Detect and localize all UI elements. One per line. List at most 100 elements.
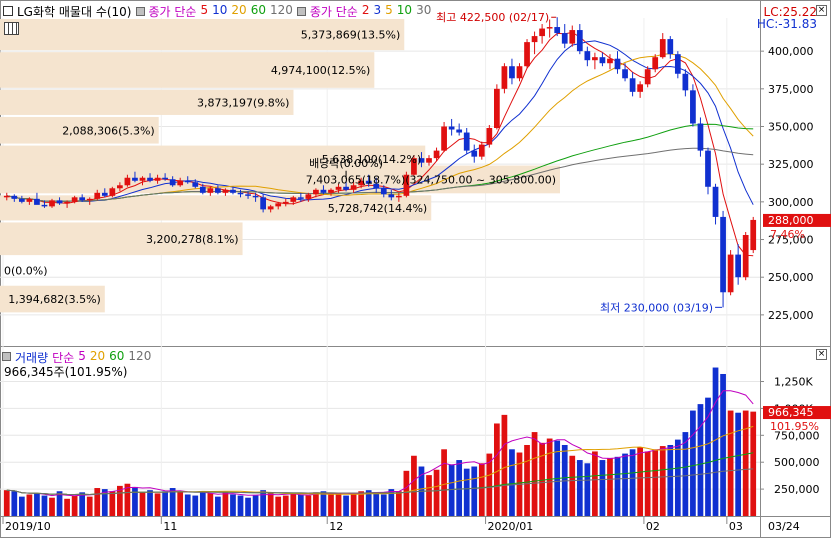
price-tick-label: 375,000 bbox=[768, 83, 814, 96]
ma2-marker-icon bbox=[296, 6, 306, 16]
volume-bar bbox=[328, 494, 334, 516]
volume-bar bbox=[162, 491, 168, 516]
volume-profile-label: 5,373,869(13.5%) bbox=[301, 29, 401, 42]
candle-body bbox=[478, 144, 485, 157]
candle-body bbox=[456, 129, 463, 133]
candle-body bbox=[79, 197, 86, 201]
volume-bar bbox=[275, 496, 282, 516]
candle-body bbox=[433, 150, 440, 159]
volume-bar bbox=[712, 367, 719, 516]
candle-body bbox=[471, 150, 478, 157]
volume-bar bbox=[297, 494, 304, 516]
ma-period-5[interactable]: 5 bbox=[200, 3, 208, 20]
price-tick-label: 250,000 bbox=[768, 271, 814, 284]
date-tick-label: 03 bbox=[729, 520, 743, 533]
volume-bar bbox=[426, 475, 432, 516]
candle-body bbox=[132, 177, 138, 181]
candle-body bbox=[245, 194, 251, 196]
volume-bar bbox=[305, 495, 312, 516]
candle-body bbox=[34, 198, 40, 205]
volume-bar bbox=[622, 453, 628, 516]
candle-body bbox=[275, 203, 282, 207]
price-tick-label: 300,000 bbox=[768, 196, 814, 209]
candle-body bbox=[184, 180, 191, 183]
price-tick-label: 325,000 bbox=[768, 158, 814, 171]
candle-body bbox=[162, 177, 168, 180]
candle-body bbox=[177, 180, 184, 186]
ma2-period-10[interactable]: 10 bbox=[397, 3, 412, 20]
volume-bar bbox=[614, 456, 621, 516]
candle-body bbox=[305, 194, 312, 199]
candle-body bbox=[637, 84, 643, 92]
volume-tick-label: 1,250K bbox=[774, 376, 813, 389]
candle-body bbox=[71, 197, 78, 202]
candle-body bbox=[546, 27, 553, 29]
ma-period-60[interactable]: 60 bbox=[251, 3, 266, 20]
ma2-legend[interactable]: 종가 단순 2 3 5 10 30 bbox=[310, 3, 431, 20]
candle-body bbox=[109, 188, 116, 196]
volume-bar bbox=[267, 493, 274, 516]
ma-legend[interactable]: 종가 단순 5 10 20 60 120 bbox=[149, 3, 293, 20]
price-tick-label: 400,000 bbox=[768, 45, 814, 58]
candle-body bbox=[599, 57, 606, 64]
candle-body bbox=[124, 177, 131, 186]
ma-label: 종가 단순 bbox=[148, 4, 197, 19]
volume-bar bbox=[682, 432, 689, 516]
candle-body bbox=[207, 188, 214, 193]
volume-bar bbox=[154, 493, 161, 516]
date-tick-label-last: 03/24 bbox=[768, 520, 800, 533]
chart-title[interactable]: LG화학 매물대 수(10) bbox=[17, 3, 132, 20]
volume-bar bbox=[569, 455, 576, 516]
candle-body bbox=[343, 186, 349, 190]
candle-body bbox=[380, 188, 387, 195]
ma-period-10[interactable]: 10 bbox=[212, 3, 227, 20]
candle-body bbox=[41, 204, 48, 207]
date-tick-label: 2019/10 bbox=[5, 520, 51, 533]
volume-bar bbox=[79, 492, 86, 516]
close-icon[interactable]: × bbox=[816, 5, 827, 16]
volume-bar bbox=[441, 449, 447, 516]
volume-bar bbox=[478, 463, 485, 516]
ma-period-20[interactable]: 20 bbox=[231, 3, 246, 20]
chart-header: LG화학 매물대 수(10) 종가 단순 5 10 20 60 120 종가 단순 2 3 5 1… bbox=[0, 3, 431, 19]
candle-body bbox=[282, 201, 289, 204]
date-tick-label: 02 bbox=[646, 520, 660, 533]
volume-bar bbox=[690, 410, 696, 516]
volume-bar bbox=[494, 423, 500, 516]
candle-body bbox=[313, 189, 319, 195]
candle-body bbox=[494, 88, 500, 129]
legend-marker-icon bbox=[3, 6, 13, 16]
candle-body bbox=[3, 195, 10, 198]
volume-bar bbox=[184, 494, 191, 516]
volume-bar bbox=[139, 492, 146, 516]
stock-chart: 400,000 375,000 350,000 325,000 300,000 275,0… bbox=[0, 0, 831, 538]
ma2-period-5[interactable]: 5 bbox=[385, 3, 393, 20]
ma2-label: 종가 단순 bbox=[309, 4, 358, 19]
volume-ma-period-120[interactable]: 120 bbox=[128, 349, 151, 366]
candle-body bbox=[516, 66, 523, 79]
current-volume-label: 966,345 bbox=[768, 406, 814, 419]
candle-body bbox=[539, 28, 545, 37]
candle-body bbox=[426, 158, 432, 163]
candle-body bbox=[750, 219, 757, 251]
candle-body bbox=[335, 186, 342, 190]
candle-body bbox=[388, 194, 395, 198]
chart-canvas: 400,000375,000350,000325,000300,000275,0… bbox=[0, 0, 831, 538]
volume-bar bbox=[26, 494, 33, 516]
ma2-period-2[interactable]: 2 bbox=[362, 3, 370, 20]
volume-bar bbox=[411, 455, 417, 516]
ma2-period-30[interactable]: 30 bbox=[416, 3, 431, 20]
price-tick-label: 225,000 bbox=[768, 309, 814, 322]
volume-bar bbox=[592, 451, 598, 516]
table-grid-icon[interactable] bbox=[4, 22, 19, 35]
ma-period-120[interactable]: 120 bbox=[270, 3, 293, 20]
candle-body bbox=[652, 57, 659, 70]
candle-body bbox=[267, 206, 274, 210]
volume-bar bbox=[599, 460, 606, 516]
volume-bar bbox=[11, 491, 18, 516]
volume-bar bbox=[252, 495, 259, 516]
volume-close-icon[interactable]: × bbox=[816, 349, 827, 360]
candle-body bbox=[117, 185, 123, 189]
dividend-annotation: 배당락(0.00%) bbox=[309, 157, 383, 170]
ma2-period-3[interactable]: 3 bbox=[374, 3, 382, 20]
